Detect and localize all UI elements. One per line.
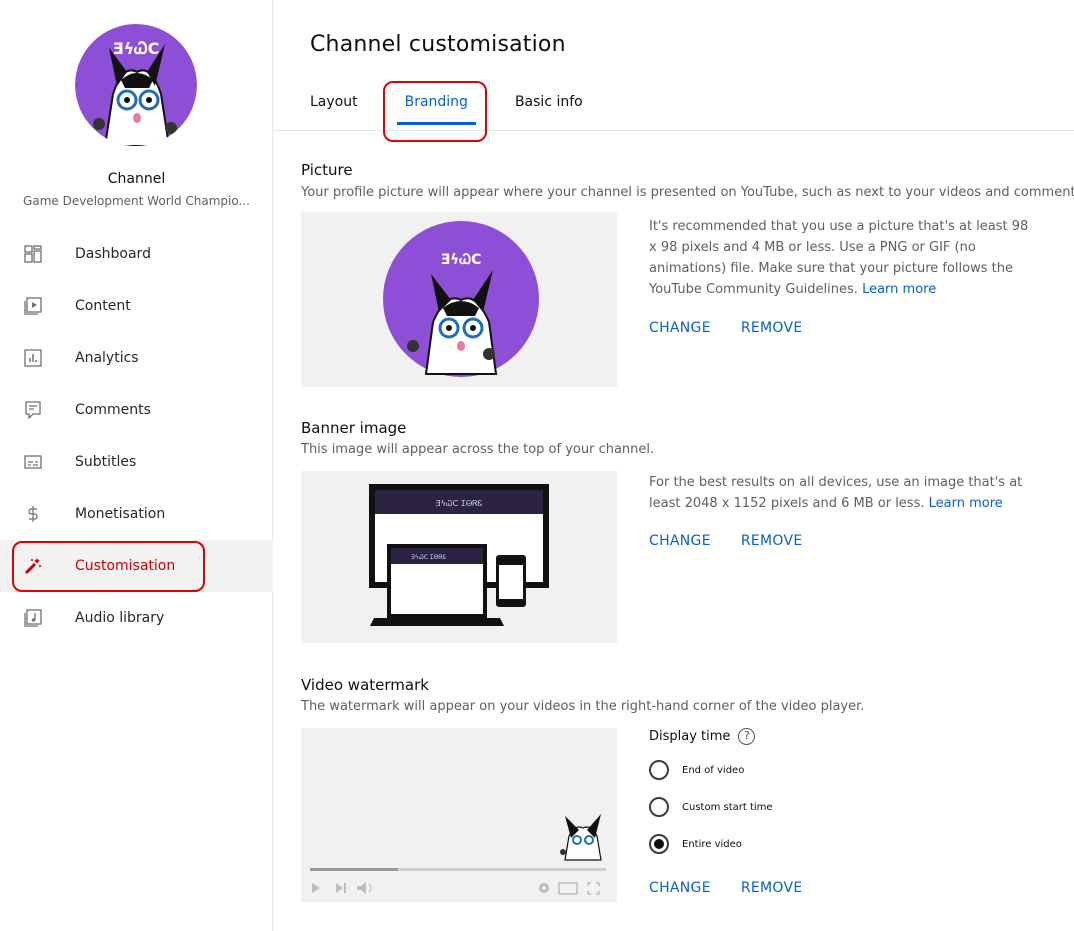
sidebar-item-label: Subtitles [75, 454, 137, 470]
sidebar-item-subtitles[interactable]: Subtitles [0, 436, 273, 488]
fullscreen-icon[interactable] [587, 882, 600, 895]
watermark-change-button[interactable]: CHANGE [649, 880, 711, 896]
picture-preview: ƎϟᏇC [301, 212, 617, 387]
display-time-label: Display time ? [649, 728, 756, 745]
banner-change-button[interactable]: CHANGE [649, 533, 711, 549]
monetisation-icon [24, 505, 42, 523]
svg-text:ƎϟᏇC: ƎϟᏇC [113, 39, 160, 58]
next-icon[interactable] [336, 883, 346, 893]
picture-learn-more-link[interactable]: Learn more [862, 282, 936, 297]
sidebar-item-monetisation[interactable]: Monetisation [0, 488, 273, 540]
tab-branding[interactable]: Branding [396, 94, 477, 125]
picture-description: Your profile picture will appear where y… [301, 185, 1074, 200]
channel-avatar[interactable]: ƎϟᏇC [75, 24, 197, 146]
radio-button[interactable] [649, 760, 669, 780]
channel-subtitle: Game Development World Champio... [23, 194, 250, 208]
sidebar-item-label: Analytics [75, 350, 139, 366]
watermark-description: The watermark will appear on your videos… [301, 699, 865, 714]
main-content: Channel customisation Layout Branding Ba… [274, 0, 1074, 931]
sidebar-item-label: Content [75, 298, 131, 314]
radio-end-of-video[interactable]: End of video [649, 760, 744, 780]
banner-title: Banner image [301, 419, 407, 437]
picture-help-text: It's recommended that you use a picture … [649, 219, 1029, 297]
tabs-divider [274, 130, 1074, 131]
sidebar-item-content[interactable]: Content [0, 280, 273, 332]
radio-button-selected[interactable] [649, 834, 669, 854]
picture-actions: CHANGE REMOVE [649, 320, 833, 336]
help-icon[interactable]: ? [738, 728, 756, 745]
magic-wand-icon [24, 557, 42, 575]
settings-icon[interactable] [539, 883, 549, 893]
comments-icon [24, 401, 42, 419]
banner-actions: CHANGE REMOVE [649, 533, 833, 549]
svg-text:ƎϟᏇC: ƎϟᏇC [441, 252, 482, 268]
volume-icon[interactable] [357, 882, 372, 894]
svg-text:ƎϟᏇC ᏆᎾᏒᏋ: ƎϟᏇC ᏆᎾᏒᏋ [411, 554, 446, 561]
watermark-preview [301, 728, 617, 902]
watermark-remove-button[interactable]: REMOVE [741, 880, 803, 896]
watermark-actions: CHANGE REMOVE [649, 880, 833, 896]
sidebar-item-label: Dashboard [75, 246, 151, 262]
picture-remove-button[interactable]: REMOVE [741, 320, 803, 336]
page-title: Channel customisation [310, 32, 566, 57]
content-icon [24, 297, 42, 315]
sidebar: ƎϟᏇC Channel Game Development World Cham… [0, 0, 273, 931]
watermark-title: Video watermark [301, 676, 429, 694]
radio-entire-video[interactable]: Entire video [649, 834, 742, 854]
banner-learn-more-link[interactable]: Learn more [929, 496, 1003, 511]
analytics-icon [24, 349, 42, 367]
picture-title: Picture [301, 161, 353, 179]
theater-mode-icon[interactable] [558, 882, 578, 895]
banner-help-text: For the best results on all devices, use… [649, 475, 1023, 511]
play-icon[interactable] [312, 883, 320, 893]
radio-custom-start-time[interactable]: Custom start time [649, 797, 773, 817]
tab-layout[interactable]: Layout [310, 94, 358, 120]
subtitles-icon [24, 453, 42, 471]
tab-bar: Layout Branding Basic info [310, 94, 630, 125]
sidebar-item-label: Monetisation [75, 506, 166, 522]
channel-title: Channel [107, 171, 166, 187]
banner-remove-button[interactable]: REMOVE [741, 533, 803, 549]
svg-text:ƎϟᏇC ᏆᎾᏒᏋ: ƎϟᏇC ᏆᎾᏒᏋ [436, 499, 483, 508]
sidebar-item-comments[interactable]: Comments [0, 384, 273, 436]
radio-button[interactable] [649, 797, 669, 817]
banner-description: This image will appear across the top of… [301, 442, 655, 457]
banner-preview: ƎϟᏇC ᏆᎾᏒᏋ ƎϟᏇC ᏆᎾᏒᏋ [301, 471, 617, 643]
sidebar-item-label: Audio library [75, 610, 165, 626]
dashboard-icon [24, 245, 42, 263]
sidebar-item-customisation[interactable]: Customisation [0, 540, 273, 592]
sidebar-nav: Dashboard Content Analytics Comments Sub… [0, 228, 273, 644]
sidebar-item-label: Comments [75, 402, 151, 418]
picture-change-button[interactable]: CHANGE [649, 320, 711, 336]
sidebar-item-audio-library[interactable]: Audio library [0, 592, 273, 644]
watermark-image [560, 814, 602, 861]
tab-basic-info[interactable]: Basic info [515, 94, 583, 120]
sidebar-item-dashboard[interactable]: Dashboard [0, 228, 273, 280]
audio-library-icon [24, 609, 42, 627]
sidebar-item-analytics[interactable]: Analytics [0, 332, 273, 384]
sidebar-item-label: Customisation [75, 558, 176, 574]
